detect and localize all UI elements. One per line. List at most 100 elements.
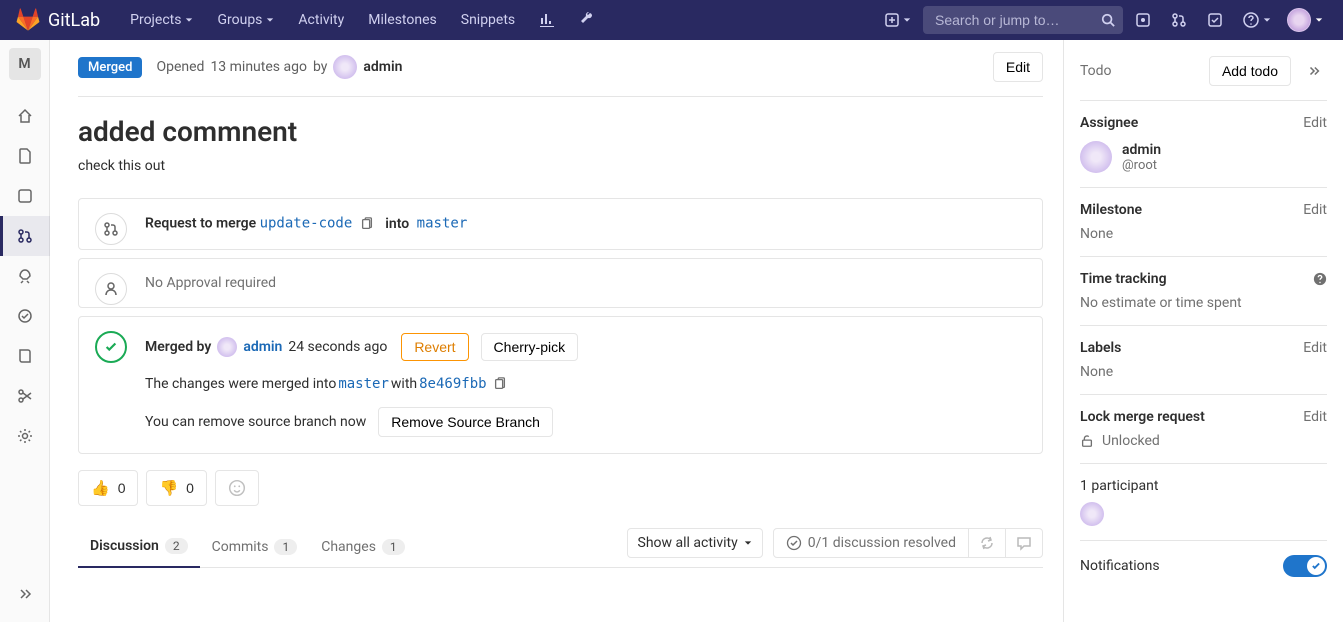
sidebar-collapse-button[interactable] (1301, 58, 1327, 84)
nav-projects[interactable]: Projects (120, 0, 203, 40)
search-icon[interactable] (1101, 13, 1115, 27)
sidebar-item-settings[interactable] (0, 416, 50, 456)
resolve-refresh-button[interactable] (969, 529, 1006, 557)
mr-header: Merged Opened 13 minutes ago by admin Ed… (78, 52, 1043, 97)
copy-sha-button[interactable] (489, 375, 511, 393)
book-icon (17, 348, 33, 364)
gitlab-logo-icon[interactable] (16, 8, 44, 32)
tab-commits[interactable]: Commits1 (200, 527, 310, 567)
remove-source-branch-button[interactable]: Remove Source Branch (378, 407, 553, 437)
home-icon (17, 108, 33, 124)
thumbs-down-button[interactable]: 👎0 (146, 470, 206, 506)
time-help-button[interactable] (1313, 272, 1327, 286)
chevron-down-icon (185, 16, 193, 24)
todos-icon (1207, 12, 1223, 28)
rb-assignee-title: Assignee (1080, 115, 1138, 131)
merge-request-icon (103, 221, 119, 237)
chevron-down-icon (744, 539, 752, 547)
brand-name[interactable]: GitLab (48, 10, 100, 31)
rb-notifications-title: Notifications (1080, 558, 1160, 574)
cherry-pick-button[interactable]: Cherry-pick (481, 333, 579, 361)
chevron-down-icon (903, 16, 911, 24)
merged-branch-link[interactable]: master (338, 376, 389, 392)
approval-row: No Approval required (79, 259, 1042, 307)
sidebar-project-avatar[interactable]: M (9, 48, 41, 80)
mr-meta: Opened 13 minutes ago by admin (156, 55, 402, 79)
sidebar-item-operations[interactable] (0, 296, 50, 336)
opened-prefix: Opened (156, 59, 204, 75)
wrench-icon (579, 12, 595, 28)
target-branch-link[interactable]: master (417, 216, 468, 232)
new-dropdown[interactable] (877, 6, 919, 34)
sidebar-item-issues[interactable] (0, 176, 50, 216)
rb-milestone-edit[interactable]: Edit (1303, 202, 1327, 218)
copy-source-branch-button[interactable] (356, 215, 378, 233)
rocket-icon (17, 268, 33, 284)
resolve-comment-button[interactable] (1006, 529, 1042, 557)
nav-groups[interactable]: Groups (207, 0, 284, 40)
issues-shortcut[interactable] (1127, 0, 1159, 40)
chevron-down-icon (1263, 16, 1271, 24)
nav-activity[interactable]: Activity (288, 0, 354, 40)
sidebar-item-wiki[interactable] (0, 336, 50, 376)
sidebar-item-ci[interactable] (0, 256, 50, 296)
user-menu[interactable] (1283, 8, 1327, 32)
sidebar-item-home[interactable] (0, 96, 50, 136)
sidebar-item-merge-requests[interactable] (0, 216, 50, 256)
activity-filter-dropdown[interactable]: Show all activity (627, 528, 763, 558)
assignee-name: admin (1122, 142, 1161, 158)
file-icon (17, 148, 33, 164)
help-icon (1313, 272, 1327, 286)
rb-time-title: Time tracking (1080, 271, 1167, 287)
search-input[interactable] (923, 6, 1123, 34)
assignee-handle: @root (1122, 158, 1161, 173)
topbar-left: GitLab Projects Groups Activity Mileston… (16, 0, 605, 40)
remove-branch-line: You can remove source branch now Remove … (145, 407, 1026, 437)
nav-milestones[interactable]: Milestones (358, 0, 447, 40)
merger-avatar-icon (217, 337, 237, 357)
rb-lock-title: Lock merge request (1080, 409, 1205, 425)
tab-discussion[interactable]: Discussion2 (78, 526, 200, 568)
merger-link[interactable]: admin (243, 339, 282, 355)
sidebar-item-repository[interactable] (0, 136, 50, 176)
nav-snippets[interactable]: Snippets (451, 0, 525, 40)
commit-sha-link[interactable]: 8e469fbb (419, 376, 486, 392)
check-icon (104, 340, 118, 354)
discussion-count-badge: 2 (165, 538, 188, 554)
rb-labels-edit[interactable]: Edit (1303, 340, 1327, 356)
gear-icon (17, 428, 33, 444)
add-todo-button[interactable]: Add todo (1209, 56, 1291, 86)
assignee-row[interactable]: admin @root (1080, 141, 1327, 173)
thumbs-down-count: 0 (186, 480, 194, 496)
rb-assignee-edit[interactable]: Edit (1303, 115, 1327, 131)
participant-count: 1 participant (1080, 478, 1327, 494)
source-branch-link[interactable]: update-code (260, 216, 353, 232)
sidebar-item-snippets[interactable] (0, 376, 50, 416)
nav-groups-label: Groups (217, 12, 262, 28)
nav-analytics[interactable] (529, 0, 565, 40)
opened-time: 13 minutes ago (210, 59, 307, 75)
rb-lock-edit[interactable]: Edit (1303, 409, 1327, 425)
chart-icon (539, 12, 555, 28)
author-link[interactable]: admin (363, 59, 402, 75)
merge-request-widget: Request to merge update-code into master (78, 198, 1043, 250)
merge-requests-shortcut[interactable] (1163, 0, 1195, 40)
nav-admin[interactable] (569, 0, 605, 40)
help-dropdown[interactable] (1235, 0, 1279, 40)
resolved-status[interactable]: 0/1 discussion resolved (774, 529, 969, 557)
thumbs-up-button[interactable]: 👍0 (78, 470, 138, 506)
tab-changes[interactable]: Changes1 (309, 527, 416, 567)
edit-mr-button[interactable]: Edit (993, 52, 1043, 82)
help-icon (1243, 12, 1259, 28)
merged-line: Merged by admin 24 seconds ago Revert Ch… (145, 333, 1026, 361)
revert-button[interactable]: Revert (401, 333, 468, 361)
commits-count-badge: 1 (274, 539, 297, 555)
add-reaction-button[interactable] (215, 470, 259, 506)
sidebar-collapse-button[interactable] (0, 574, 50, 614)
participant-avatar-icon[interactable] (1080, 502, 1104, 526)
todos-shortcut[interactable] (1199, 0, 1231, 40)
notifications-toggle[interactable] (1283, 555, 1327, 577)
mr-status-icon (95, 213, 127, 245)
rb-labels-section: LabelsEdit None (1080, 326, 1327, 395)
merged-row: Merged by admin 24 seconds ago Revert Ch… (79, 317, 1042, 453)
